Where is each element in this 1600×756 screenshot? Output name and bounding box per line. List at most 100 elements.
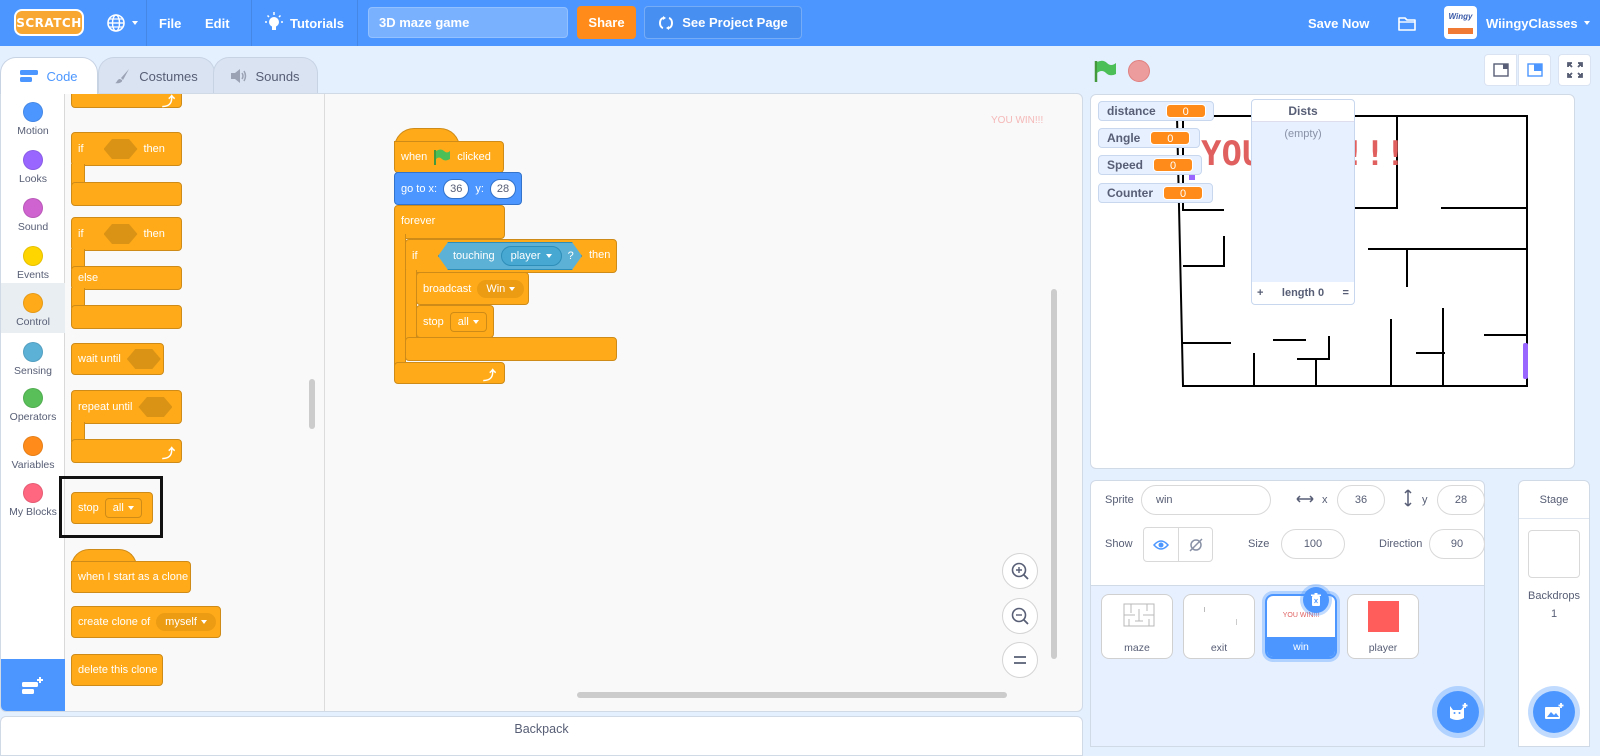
sprite-tile-maze[interactable]: maze	[1101, 594, 1173, 659]
broadcast-message-dropdown[interactable]: Win	[477, 279, 525, 298]
see-project-page-button[interactable]: See Project Page	[644, 6, 802, 39]
hide-button[interactable]	[1179, 528, 1213, 561]
show-button[interactable]	[1144, 528, 1179, 561]
sprite-tile-exit[interactable]: exit	[1183, 594, 1255, 659]
loop-arrow-icon: ⤴	[482, 368, 496, 383]
stop-block[interactable]: stop all	[416, 305, 494, 338]
chevron-down-icon	[472, 319, 479, 324]
scratch-logo[interactable]: SCRATCH	[14, 9, 84, 36]
exit-thumbnail	[1236, 619, 1237, 625]
touching-block[interactable]: touching player ?	[438, 242, 582, 270]
backpack[interactable]: Backpack	[0, 716, 1083, 756]
horizontal-arrow-icon	[1296, 495, 1314, 503]
palette-delete-clone-block[interactable]: delete this clone	[71, 654, 163, 686]
palette-wait-until-block[interactable]: wait until	[71, 343, 164, 375]
project-title-input[interactable]: 3D maze game	[368, 7, 568, 38]
save-now-button[interactable]: Save Now	[1308, 0, 1369, 46]
monitor-label: Angle	[1107, 131, 1141, 145]
eye-slash-icon	[1189, 537, 1203, 552]
palette-create-clone-block[interactable]: create clone of myself	[71, 606, 221, 638]
variable-monitor-counter[interactable]: Counter 0	[1098, 183, 1213, 203]
zoom-reset-button[interactable]	[1002, 642, 1038, 678]
palette-if-then-block[interactable]: if then	[71, 132, 182, 166]
palette-repeat-until-block[interactable]: repeat until	[71, 390, 182, 424]
category-sound[interactable]: Sound	[1, 194, 65, 242]
file-menu[interactable]: File	[159, 0, 181, 46]
category-label: Motion	[17, 125, 49, 137]
boolean-slot	[126, 349, 161, 369]
block-text: wait until	[78, 353, 121, 365]
category-control[interactable]: Control	[1, 283, 65, 333]
variable-monitor-angle[interactable]: Angle 0	[1098, 128, 1200, 148]
sprite-tile-player[interactable]: player	[1347, 594, 1419, 659]
green-flag-icon	[434, 149, 451, 165]
share-button[interactable]: Share	[577, 6, 636, 39]
category-motion[interactable]: Motion	[1, 98, 65, 146]
when-flag-clicked-block[interactable]: when clicked	[394, 141, 504, 173]
palette-if-else-block[interactable]: if then	[71, 217, 182, 251]
variable-monitor-distance[interactable]: distance 0	[1098, 101, 1214, 121]
delete-sprite-button[interactable]	[1303, 587, 1329, 613]
y-input[interactable]: 28	[489, 178, 517, 199]
category-looks[interactable]: Looks	[1, 146, 65, 194]
monitor-label: distance	[1107, 104, 1156, 118]
add-extension-button[interactable]	[1, 659, 65, 711]
list-add-button[interactable]: +	[1257, 287, 1263, 299]
go-to-xy-block[interactable]: go to x: 36 y: 28	[394, 172, 522, 205]
language-menu[interactable]	[106, 0, 138, 46]
green-flag-button[interactable]	[1093, 60, 1117, 82]
choose-backdrop-button[interactable]	[1533, 691, 1575, 733]
category-sensing[interactable]: Sensing	[1, 338, 65, 386]
sprite-watermark: YOU WIN!!!	[991, 115, 1044, 126]
category-variables[interactable]: Variables	[1, 432, 65, 480]
sprite-name-input[interactable]: win	[1141, 485, 1271, 515]
x-input[interactable]: 36	[1337, 485, 1385, 515]
y-input[interactable]: 28	[1437, 485, 1485, 515]
variables-dot-icon	[23, 436, 43, 456]
choose-sprite-button[interactable]	[1437, 691, 1479, 733]
stop-option-dropdown[interactable]: all	[449, 311, 487, 332]
sound-dot-icon	[23, 198, 43, 218]
touching-target-dropdown[interactable]: player	[501, 246, 562, 266]
fullscreen-button[interactable]	[1558, 54, 1591, 86]
highlight-box	[59, 476, 163, 538]
large-stage-button[interactable]	[1518, 54, 1551, 86]
block-text: create clone of	[78, 616, 151, 628]
zoom-in-button[interactable]	[1002, 553, 1038, 589]
forever-block[interactable]: forever	[394, 205, 505, 239]
palette-scrollbar[interactable]	[309, 379, 315, 429]
horizontal-scrollbar[interactable]	[577, 692, 1007, 698]
zoom-out-button[interactable]	[1002, 598, 1038, 634]
stop-button[interactable]	[1128, 60, 1150, 82]
tutorials-button[interactable]: Tutorials	[264, 0, 344, 46]
tab-code[interactable]: Code	[0, 57, 98, 94]
x-label: x	[1322, 494, 1328, 506]
account-menu[interactable]: WiingyClasses	[1486, 0, 1590, 46]
list-resize-handle[interactable]: =	[1343, 287, 1349, 299]
avatar[interactable]: Wingy	[1444, 6, 1477, 39]
size-input[interactable]: 100	[1281, 529, 1345, 559]
category-my-blocks[interactable]: My Blocks	[1, 479, 65, 527]
stage-canvas[interactable]: YOU WIN!!! distance0 Angle0 Speed0 Count…	[1090, 94, 1575, 469]
vertical-scrollbar[interactable]	[1051, 289, 1057, 659]
x-input[interactable]: 36	[443, 178, 470, 199]
visibility-toggle	[1143, 527, 1213, 562]
palette-when-clone-block[interactable]: when I start as a clone	[71, 561, 191, 593]
broadcast-block[interactable]: broadcast Win	[416, 272, 529, 305]
tab-sounds[interactable]: Sounds	[213, 57, 318, 94]
edit-menu[interactable]: Edit	[205, 0, 230, 46]
tab-costumes[interactable]: Costumes	[98, 57, 215, 94]
block-text: if	[412, 250, 418, 262]
remix-icon	[659, 15, 674, 30]
list-monitor-dists[interactable]: Dists (empty) + length 0 =	[1251, 99, 1355, 305]
list-empty-text: (empty)	[1252, 122, 1354, 282]
my-stuff-button[interactable]	[1397, 0, 1417, 46]
clone-target-dropdown[interactable]: myself	[156, 613, 216, 631]
palette-forever-tail[interactable]: ⤴	[71, 94, 182, 109]
divider	[357, 0, 358, 46]
direction-label: Direction	[1379, 538, 1423, 550]
direction-input[interactable]: 90	[1429, 529, 1485, 559]
small-stage-button[interactable]	[1484, 54, 1517, 86]
variable-monitor-speed[interactable]: Speed 0	[1098, 155, 1202, 175]
category-operators[interactable]: Operators	[1, 384, 65, 432]
